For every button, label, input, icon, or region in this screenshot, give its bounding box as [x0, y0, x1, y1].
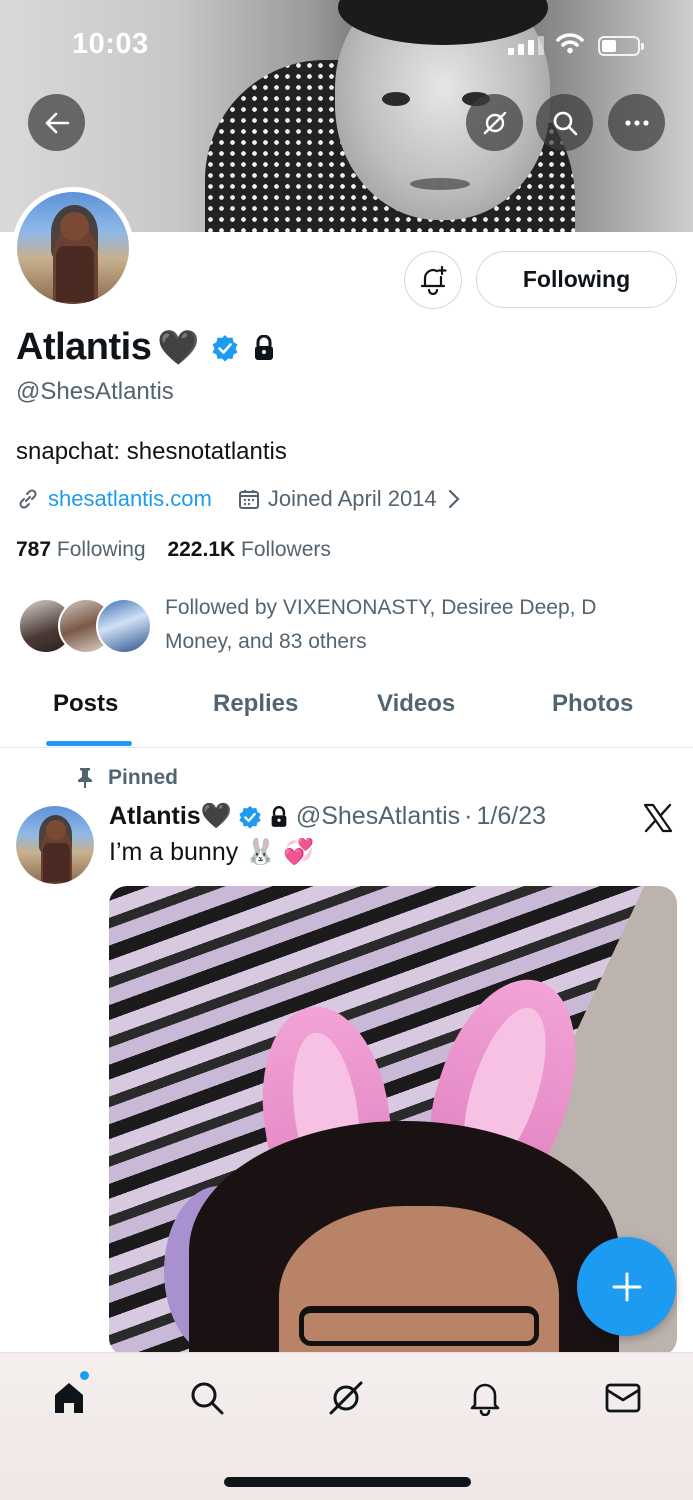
post-author-handle: @ShesAtlantis — [295, 802, 461, 830]
profile-meta: shesatlantis.com Joined April 2014 — [16, 486, 461, 512]
website-link[interactable]: shesatlantis.com — [48, 486, 212, 512]
profile-avatar[interactable] — [12, 187, 134, 309]
following-label: Following — [56, 538, 146, 561]
nav-messages[interactable] — [598, 1373, 648, 1423]
following-button[interactable]: Following — [476, 251, 677, 308]
signal-icon — [508, 36, 544, 55]
verified-badge-icon[interactable] — [211, 334, 239, 362]
post-separator: · — [464, 802, 473, 830]
back-button[interactable] — [28, 94, 85, 151]
notifications-button[interactable] — [404, 251, 462, 309]
tab-videos[interactable]: Videos — [377, 690, 455, 718]
profile-tabs: Posts Replies Videos Photos — [0, 680, 693, 748]
tab-photos[interactable]: Photos — [552, 690, 633, 718]
banner-eye — [382, 92, 410, 106]
chevron-right-icon[interactable] — [447, 488, 461, 510]
search-button[interactable] — [536, 94, 593, 151]
bell-icon — [470, 1383, 500, 1416]
followers-count-link[interactable]: 222.1K Followers — [167, 538, 330, 561]
nav-home[interactable] — [44, 1373, 94, 1423]
search-icon — [191, 1382, 224, 1415]
followed-by-text[interactable]: Followed by VIXENONASTY, Desiree Deep, D… — [165, 591, 665, 659]
profile-name-text: Atlantis — [16, 326, 152, 368]
plus-icon — [612, 1272, 641, 1301]
followers-count: 222.1K — [167, 538, 236, 561]
bell-plus-icon — [420, 265, 447, 295]
status-bar: 10:03 — [0, 0, 693, 90]
more-button[interactable] — [608, 94, 665, 151]
grok-button[interactable] — [466, 94, 523, 151]
banner-mouth — [410, 178, 470, 190]
post-date[interactable]: 1/6/23 — [477, 802, 547, 831]
follower-avatar[interactable] — [96, 598, 152, 654]
pinned-label: Pinned — [108, 766, 179, 789]
compose-button[interactable] — [577, 1237, 676, 1336]
post-author-name[interactable]: Atlantis — [109, 802, 201, 831]
tab-replies[interactable]: Replies — [213, 690, 298, 718]
verified-badge-icon[interactable] — [238, 805, 262, 829]
followers-label: Followers — [241, 538, 331, 561]
avatar-image — [16, 806, 94, 884]
pinned-indicator: Pinned — [76, 766, 178, 790]
nav-notifications[interactable] — [460, 1373, 510, 1423]
home-icon — [55, 1383, 83, 1413]
link-icon — [19, 489, 37, 509]
profile-handle: @ShesAtlantis — [16, 378, 174, 405]
post-header: Atlantis 🖤 @ShesAtlantis · 1/6/23 — [109, 802, 546, 831]
post-text: I’m a bunny 🐰 💞 — [109, 838, 315, 866]
active-tab-indicator — [46, 741, 132, 746]
post-author-avatar[interactable] — [16, 806, 94, 884]
post-author-emoji: 🖤 — [200, 802, 232, 830]
battery-icon — [598, 36, 644, 56]
follow-counts: 787 Following 222.1K Followers — [16, 538, 331, 562]
arrow-left-icon — [45, 112, 69, 133]
lock-icon — [271, 805, 287, 827]
following-count-link[interactable]: 787 Following — [16, 538, 146, 561]
grok-icon — [329, 1381, 363, 1415]
avatar-image — [17, 192, 129, 304]
profile-bio: snapchat: shesnotatlantis — [16, 438, 287, 465]
nav-grok[interactable] — [321, 1373, 371, 1423]
lock-icon — [255, 334, 274, 360]
following-count: 787 — [16, 538, 52, 561]
home-notification-dot — [80, 1371, 89, 1380]
name-emoji: 🖤 — [157, 328, 200, 367]
more-icon — [624, 119, 649, 126]
search-icon — [553, 111, 577, 135]
nav-search[interactable] — [182, 1373, 232, 1423]
wifi-icon — [556, 33, 584, 54]
calendar-icon — [238, 490, 259, 509]
status-time: 10:03 — [72, 28, 149, 60]
x-logo-icon[interactable] — [642, 802, 674, 834]
bottom-nav — [0, 1352, 693, 1500]
media-glasses — [299, 1306, 539, 1346]
joined-date: Joined April 2014 — [267, 486, 437, 511]
mail-icon — [605, 1383, 641, 1413]
pin-icon — [78, 768, 92, 788]
grok-icon — [483, 111, 506, 134]
home-indicator — [224, 1477, 471, 1487]
profile-name: Atlantis 🖤 — [16, 326, 275, 369]
tab-posts[interactable]: Posts — [53, 690, 118, 718]
